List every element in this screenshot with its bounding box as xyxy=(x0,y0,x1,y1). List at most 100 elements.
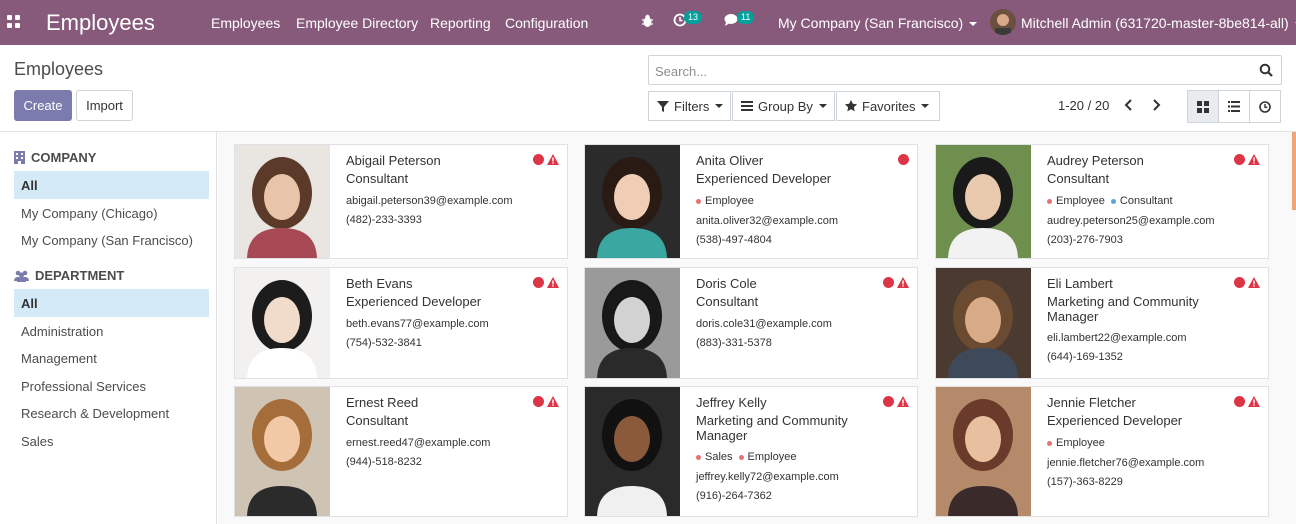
user-avatar[interactable] xyxy=(990,9,1016,35)
employee-name: Jeffrey Kelly xyxy=(696,395,767,410)
activity-clock-icon[interactable]: 13 xyxy=(673,11,703,30)
employee-card[interactable]: Eli Lambert Marketing and Community Manag… xyxy=(935,267,1269,379)
debug-bug-icon[interactable] xyxy=(641,14,654,31)
employee-name: Audrey Peterson xyxy=(1047,153,1144,168)
employee-status xyxy=(883,276,909,288)
department-item-research-development[interactable]: Research & Development xyxy=(14,399,209,427)
pager-next-icon[interactable] xyxy=(1148,97,1164,113)
employee-card[interactable]: Anita Oliver Experienced Developer Employe… xyxy=(584,144,918,259)
user-menu[interactable]: Mitchell Admin (631720-master-8be814-all… xyxy=(1021,15,1296,31)
nav-employee-directory[interactable]: Employee Directory xyxy=(296,15,418,31)
nav-configuration[interactable]: Configuration xyxy=(505,15,588,31)
activity-view-button[interactable] xyxy=(1249,90,1281,123)
employee-status xyxy=(883,395,909,407)
presence-status-icon xyxy=(533,153,544,165)
messaging-comments-icon[interactable]: 11 xyxy=(724,11,755,30)
employee-tags: Employee xyxy=(1047,437,1111,449)
employee-phone: (538)-497-4804 xyxy=(696,234,772,246)
employee-card[interactable]: Jeffrey Kelly Marketing and Community Man… xyxy=(584,386,918,517)
employee-card[interactable]: Abigail Peterson Consultant abigail.peters… xyxy=(234,144,568,259)
employee-job-title: Marketing and Community Manager xyxy=(1047,294,1199,324)
groupby-label: Group By xyxy=(758,98,813,114)
employee-card[interactable]: Doris Cole Consultant doris.cole31@example… xyxy=(584,267,918,379)
company-item-san-francisco[interactable]: My Company (San Francisco) xyxy=(14,226,209,254)
employee-tags: Employee Consultant xyxy=(1047,195,1179,207)
filters-dropdown[interactable]: Filters xyxy=(648,91,731,121)
department-item-administration[interactable]: Administration xyxy=(14,317,209,345)
import-button[interactable]: Import xyxy=(76,90,133,121)
employee-status xyxy=(533,276,559,288)
department-section-title: DEPARTMENT xyxy=(35,268,125,283)
kanban-view-button[interactable] xyxy=(1187,90,1219,123)
presence-status-icon xyxy=(1234,395,1245,407)
department-item-professional-services[interactable]: Professional Services xyxy=(14,372,209,400)
company-item-all[interactable]: All xyxy=(14,171,209,199)
employee-name: Beth Evans xyxy=(346,276,413,291)
search-input[interactable]: Search... xyxy=(648,55,1282,85)
nav-reporting[interactable]: Reporting xyxy=(430,15,491,31)
filter-icon xyxy=(657,100,669,112)
employee-job-title: Consultant xyxy=(346,413,409,428)
employee-phone: (754)-532-3841 xyxy=(346,337,422,349)
pager-previous-icon[interactable] xyxy=(1121,97,1137,113)
th-large-icon xyxy=(1197,100,1209,113)
nav-employees[interactable]: Employees xyxy=(211,15,280,31)
employee-photo xyxy=(936,145,1031,258)
search-icon[interactable] xyxy=(1259,63,1273,77)
employee-name: Anita Oliver xyxy=(696,153,764,168)
pager-value[interactable]: 1-20 / 20 xyxy=(1058,98,1109,113)
warning-icon xyxy=(1248,276,1260,288)
employee-card[interactable]: Ernest Reed Consultant ernest.reed47@examp… xyxy=(234,386,568,517)
create-button[interactable]: Create xyxy=(14,90,72,121)
employee-name: Eli Lambert xyxy=(1047,276,1113,291)
warning-icon xyxy=(1248,153,1260,165)
employee-card[interactable]: Beth Evans Experienced Developer beth.evan… xyxy=(234,267,568,379)
list-view-button[interactable] xyxy=(1218,90,1250,123)
employee-card[interactable]: Jennie Fletcher Experienced Developer Empl… xyxy=(935,386,1269,517)
employee-status xyxy=(1234,276,1260,288)
department-item-sales[interactable]: Sales xyxy=(14,427,209,455)
main-navbar: Employees Employees Employee Directory R… xyxy=(0,0,1296,45)
company-switcher[interactable]: My Company (San Francisco) xyxy=(778,15,978,31)
employee-phone: (203)-276-7903 xyxy=(1047,234,1123,246)
company-section-header: COMPANY xyxy=(14,150,96,165)
groupby-dropdown[interactable]: Group By xyxy=(732,91,835,121)
activity-count-badge: 13 xyxy=(684,11,703,24)
employee-photo xyxy=(235,145,330,258)
employee-name: Doris Cole xyxy=(696,276,757,291)
employee-job-title: Consultant xyxy=(346,171,409,186)
chevron-down-icon xyxy=(715,104,724,108)
scroll-indicator xyxy=(1292,132,1296,210)
searchpanel-sidebar: COMPANY All My Company (Chicago) My Comp… xyxy=(0,132,217,524)
employee-email: anita.oliver32@example.com xyxy=(696,215,839,227)
building-icon xyxy=(14,151,25,164)
employee-tag: Employee xyxy=(1047,437,1105,449)
presence-status-icon xyxy=(898,153,909,165)
department-item-management[interactable]: Management xyxy=(14,344,209,372)
list-icon xyxy=(1228,101,1240,112)
employee-tags: Employee xyxy=(696,195,760,207)
employee-email: eli.lambert22@example.com xyxy=(1047,332,1187,344)
apps-menu-icon[interactable] xyxy=(7,15,21,29)
presence-status-icon xyxy=(883,395,894,407)
warning-icon xyxy=(897,276,909,288)
employee-photo xyxy=(936,268,1031,378)
employee-card[interactable]: Audrey Peterson Consultant Employee Consult… xyxy=(935,144,1269,259)
employee-photo xyxy=(936,387,1031,516)
star-icon xyxy=(845,100,857,112)
employee-email: audrey.peterson25@example.com xyxy=(1047,215,1215,227)
chevron-down-icon xyxy=(921,104,930,108)
employee-status xyxy=(533,153,559,165)
department-section-header: DEPARTMENT xyxy=(14,268,124,283)
clock-icon xyxy=(1259,100,1271,113)
employee-job-title: Experienced Developer xyxy=(696,171,832,186)
chevron-down-icon xyxy=(969,22,978,27)
favorites-dropdown[interactable]: Favorites xyxy=(836,91,940,121)
company-item-chicago[interactable]: My Company (Chicago) xyxy=(14,199,209,227)
search-placeholder: Search... xyxy=(655,64,708,79)
employee-email: jeffrey.kelly72@example.com xyxy=(696,471,839,483)
employee-photo xyxy=(585,387,680,516)
bars-icon xyxy=(741,101,753,111)
department-item-all[interactable]: All xyxy=(14,289,209,317)
app-title[interactable]: Employees xyxy=(46,10,155,36)
